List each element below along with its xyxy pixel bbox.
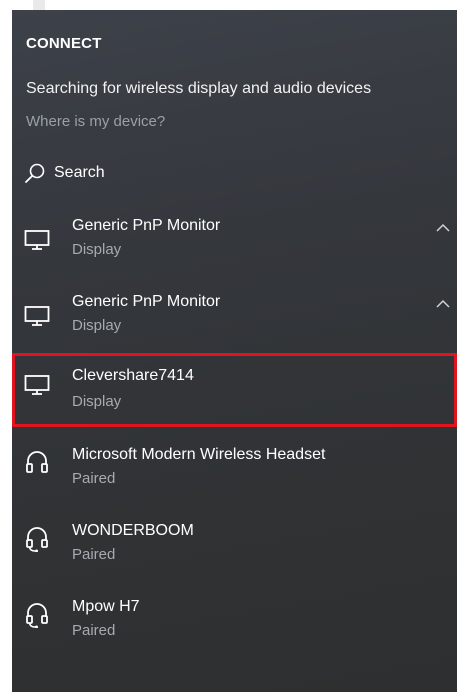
search-button[interactable]: Search bbox=[24, 160, 105, 186]
monitor-icon bbox=[24, 375, 50, 395]
connect-panel: CONNECT Searching for wireless display a… bbox=[12, 10, 457, 692]
search-label: Search bbox=[54, 164, 105, 181]
headphones-icon bbox=[26, 451, 48, 473]
panel-title: CONNECT bbox=[26, 35, 102, 52]
device-name: Generic PnP Monitor bbox=[72, 217, 221, 234]
window-edge-mark bbox=[33, 0, 45, 10]
monitor-icon bbox=[24, 306, 50, 326]
chevron-up-icon[interactable] bbox=[435, 296, 451, 312]
device-name: Clevershare7414 bbox=[72, 367, 194, 384]
device-name: WONDERBOOM bbox=[72, 522, 194, 539]
device-name: Generic PnP Monitor bbox=[72, 293, 221, 310]
device-name: Mpow H7 bbox=[72, 598, 140, 615]
device-item-mpow-h7[interactable]: Mpow H7 Paired bbox=[12, 591, 457, 661]
search-icon bbox=[25, 163, 45, 183]
device-status: Display bbox=[72, 241, 122, 258]
device-item-wonderboom[interactable]: WONDERBOOM Paired bbox=[12, 515, 457, 585]
device-item-microsoft-modern-wireless-headset[interactable]: Microsoft Modern Wireless Headset Paired bbox=[12, 439, 457, 509]
device-name: Microsoft Modern Wireless Headset bbox=[72, 446, 326, 463]
headset-icon bbox=[26, 527, 48, 552]
device-item-generic-pnp-monitor-2[interactable]: Generic PnP Monitor Display bbox=[12, 286, 457, 356]
device-status: Paired bbox=[72, 622, 116, 639]
headset-icon bbox=[26, 603, 48, 628]
chevron-up-icon[interactable] bbox=[435, 220, 451, 236]
search-status-text: Searching for wireless display and audio… bbox=[26, 80, 372, 97]
device-item-generic-pnp-monitor-1[interactable]: Generic PnP Monitor Display bbox=[12, 210, 457, 280]
device-status: Display bbox=[72, 393, 122, 410]
device-item-clevershare7414[interactable]: Clevershare7414 Display bbox=[12, 353, 457, 427]
device-status: Display bbox=[72, 317, 122, 334]
device-status: Paired bbox=[72, 546, 116, 563]
monitor-icon bbox=[24, 230, 50, 250]
where-is-my-device-link[interactable]: Where is my device? bbox=[26, 113, 165, 130]
device-status: Paired bbox=[72, 470, 116, 487]
